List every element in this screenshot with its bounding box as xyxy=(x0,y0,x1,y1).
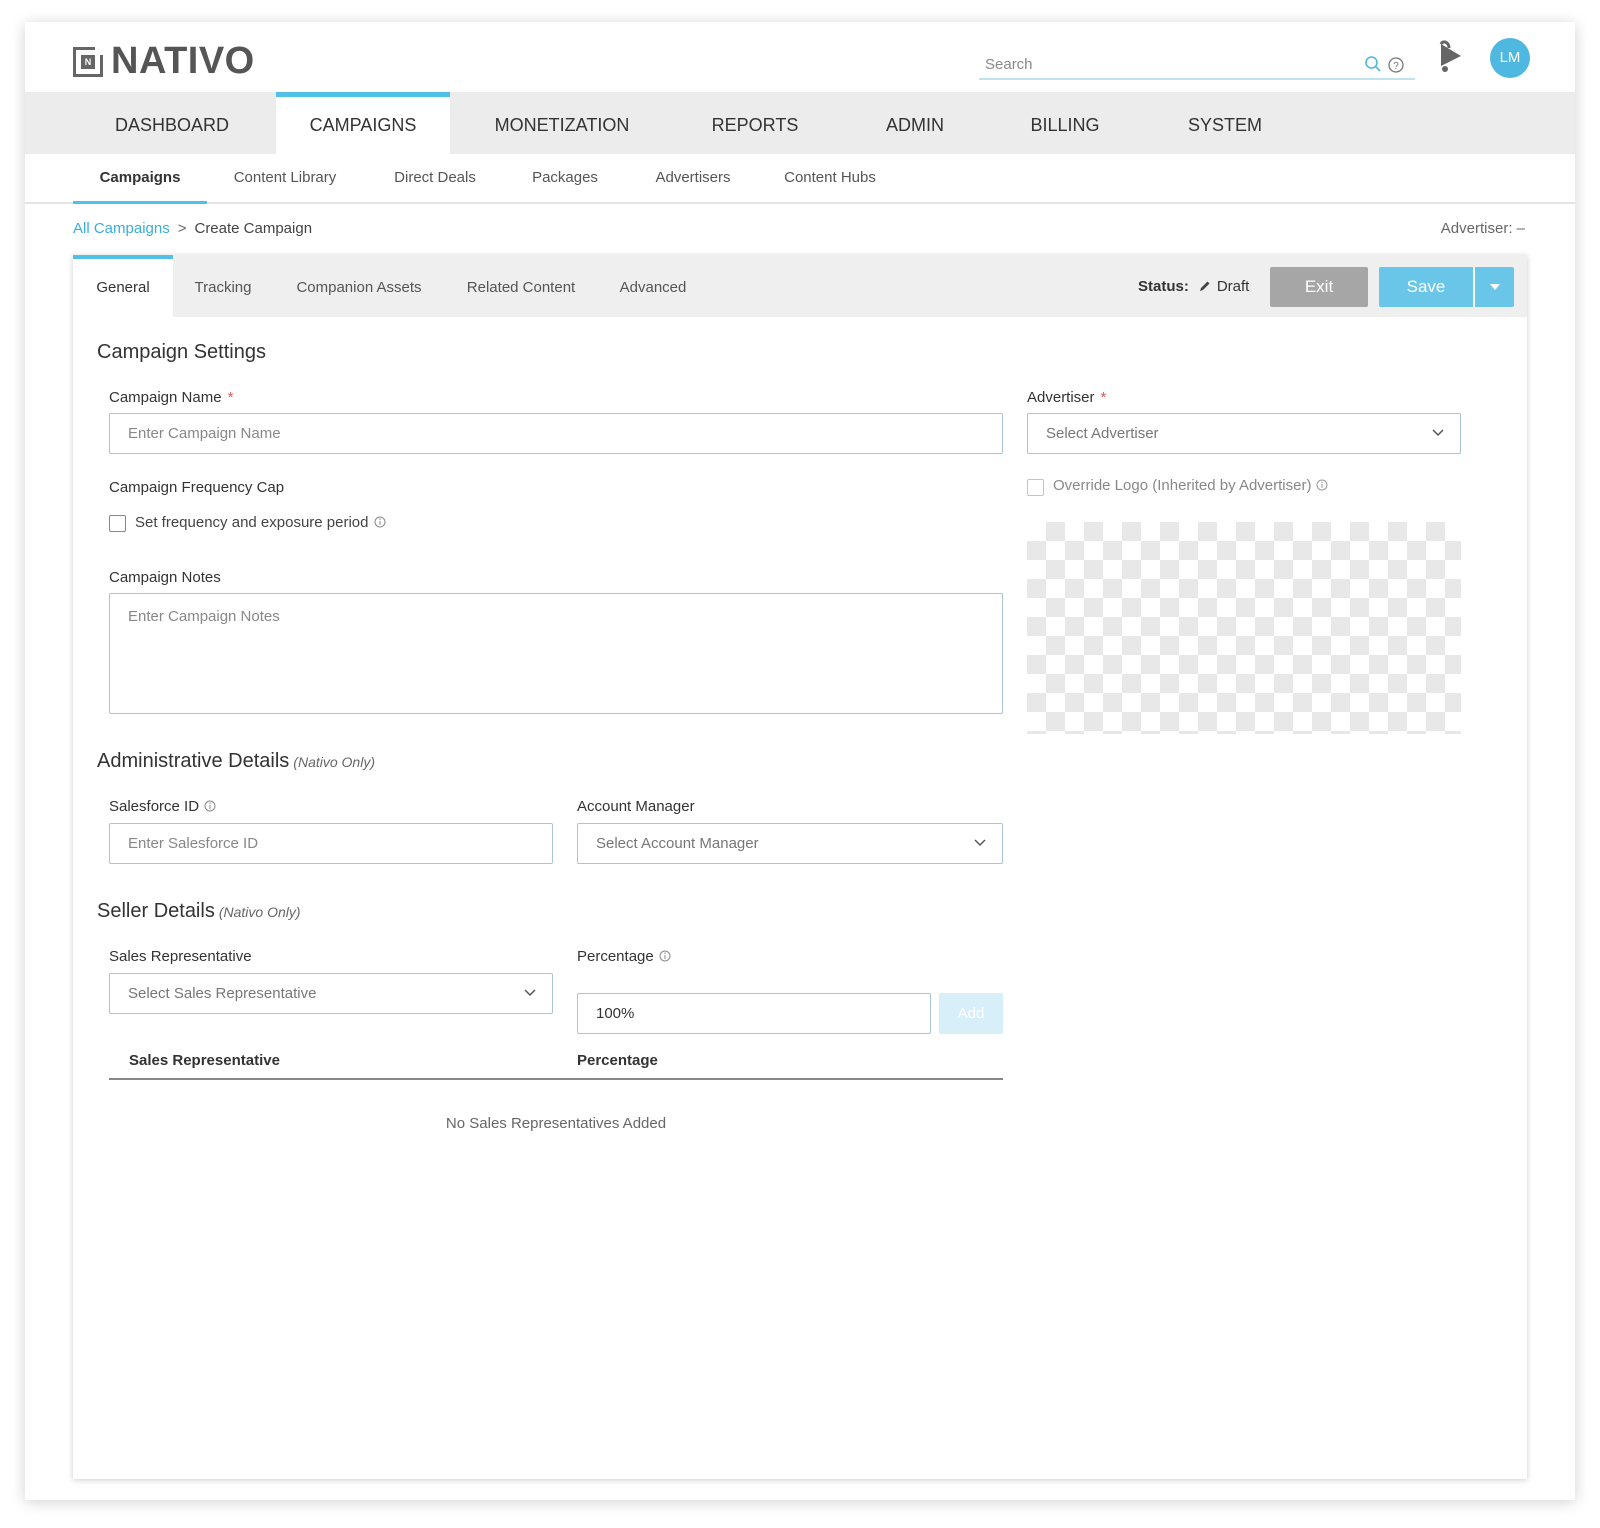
breadcrumb-separator: > xyxy=(177,220,187,237)
status-value: Draft xyxy=(1216,278,1250,295)
status-label: Status: xyxy=(1138,278,1189,295)
nav-billing[interactable]: BILLING xyxy=(1010,92,1120,154)
salesforce-id-input[interactable] xyxy=(109,823,553,864)
sub-nav: Campaigns Content Library Direct Deals P… xyxy=(25,154,1575,204)
seller-details-title-text: Seller Details xyxy=(97,900,215,922)
frequency-cap-checkbox-label: Set frequency and exposure period xyxy=(135,514,386,531)
salesforce-id-label: Salesforce ID xyxy=(109,798,216,815)
search-input[interactable] xyxy=(985,52,1345,76)
seller-details-title: Seller Details (Nativo Only) xyxy=(97,900,301,923)
percentage-label: Percentage xyxy=(577,948,671,965)
chevron-down-icon xyxy=(524,989,536,997)
svg-text:?: ? xyxy=(1393,61,1399,72)
nav-reports[interactable]: REPORTS xyxy=(695,92,815,154)
sales-rep-table-header: Sales Representative Percentage xyxy=(109,1046,1003,1080)
frequency-cap-checkbox[interactable] xyxy=(109,515,126,532)
subnav-campaigns[interactable]: Campaigns xyxy=(73,154,207,204)
nav-dashboard[interactable]: DASHBOARD xyxy=(73,92,271,154)
logo-mark-icon: N xyxy=(73,46,103,77)
info-icon[interactable] xyxy=(1316,479,1328,491)
nativo-logo[interactable]: N NATIVO xyxy=(73,40,255,83)
help-icon[interactable]: ? xyxy=(1387,56,1405,74)
info-icon[interactable] xyxy=(374,516,386,528)
tab-tracking[interactable]: Tracking xyxy=(183,255,263,317)
status-indicator: Status: Draft xyxy=(1138,255,1249,317)
sales-rep-select-value: Select Sales Representative xyxy=(128,985,317,1002)
info-icon[interactable] xyxy=(659,950,671,962)
subnav-advertisers[interactable]: Advertisers xyxy=(643,154,743,204)
override-logo-label: Override Logo (Inherited by Advertiser) xyxy=(1053,477,1328,494)
chevron-down-icon xyxy=(1432,429,1444,437)
nativo-only-note: (Nativo Only) xyxy=(293,754,375,770)
subnav-content-hubs[interactable]: Content Hubs xyxy=(775,154,885,204)
advertiser-select[interactable]: Select Advertiser xyxy=(1027,413,1461,454)
account-manager-select[interactable]: Select Account Manager xyxy=(577,823,1003,864)
nav-campaigns[interactable]: CAMPAIGNS xyxy=(276,92,450,154)
account-manager-select-value: Select Account Manager xyxy=(596,835,759,852)
save-button[interactable]: Save xyxy=(1379,267,1473,307)
frequency-cap-label: Campaign Frequency Cap xyxy=(109,479,285,496)
campaign-form-card: General Tracking Companion Assets Relate… xyxy=(73,255,1527,1479)
save-options-button[interactable] xyxy=(1474,267,1514,307)
advertiser-label-text: Advertiser xyxy=(1027,389,1095,406)
search-box: ? xyxy=(979,50,1415,80)
nativo-only-note: (Nativo Only) xyxy=(218,904,301,920)
required-mark: * xyxy=(1100,389,1107,406)
frequency-cap-text: Set frequency and exposure period xyxy=(135,514,369,531)
app-window: N NATIVO ? LM DASHBOARD CAMPAIGNS xyxy=(25,22,1575,1500)
account-manager-label: Account Manager xyxy=(577,798,695,815)
campaign-name-label: Campaign Name * xyxy=(109,389,233,406)
bell-icon[interactable] xyxy=(1435,40,1465,74)
tab-related-content[interactable]: Related Content xyxy=(463,255,579,317)
exit-button[interactable]: Exit xyxy=(1270,267,1368,307)
sales-rep-label: Sales Representative xyxy=(109,948,252,965)
override-logo-checkbox[interactable] xyxy=(1027,479,1044,496)
tab-companion-assets[interactable]: Companion Assets xyxy=(291,255,427,317)
logo-letter: N xyxy=(81,54,95,69)
campaign-notes-label: Campaign Notes xyxy=(109,569,221,586)
subnav-content-library[interactable]: Content Library xyxy=(225,154,345,204)
main-nav: DASHBOARD CAMPAIGNS MONETIZATION REPORTS… xyxy=(25,92,1575,154)
breadcrumb: All Campaigns > Create Campaign xyxy=(73,220,312,237)
form-tabbar: General Tracking Companion Assets Relate… xyxy=(73,255,1527,317)
breadcrumb-all-campaigns[interactable]: All Campaigns xyxy=(73,220,170,237)
administrative-details-title-text: Administrative Details xyxy=(97,750,290,772)
search-icon[interactable] xyxy=(1364,55,1382,73)
subnav-direct-deals[interactable]: Direct Deals xyxy=(385,154,485,204)
percentage-input[interactable] xyxy=(577,993,931,1034)
add-sales-rep-button[interactable]: Add xyxy=(939,993,1003,1034)
override-logo-text: Override Logo (Inherited by Advertiser) xyxy=(1053,477,1312,494)
required-mark: * xyxy=(227,389,234,406)
info-icon[interactable] xyxy=(204,800,216,812)
logo-preview-placeholder xyxy=(1027,522,1461,734)
advertiser-select-value: Select Advertiser xyxy=(1046,425,1159,442)
brand-name: NATIVO xyxy=(111,40,255,82)
tab-general[interactable]: General xyxy=(73,255,173,317)
campaign-settings-title: Campaign Settings xyxy=(97,341,266,363)
tab-advanced[interactable]: Advanced xyxy=(613,255,693,317)
empty-table-message: No Sales Representatives Added xyxy=(445,1115,667,1132)
subnav-packages[interactable]: Packages xyxy=(520,154,610,204)
nav-system[interactable]: SYSTEM xyxy=(1165,92,1285,154)
campaign-name-input[interactable] xyxy=(109,413,1003,454)
campaign-name-label-text: Campaign Name xyxy=(109,389,222,406)
administrative-details-title: Administrative Details (Nativo Only) xyxy=(97,750,375,773)
sales-rep-select[interactable]: Select Sales Representative xyxy=(109,973,553,1014)
breadcrumb-current: Create Campaign xyxy=(194,220,313,237)
pencil-icon[interactable] xyxy=(1199,280,1211,292)
column-header-sales-rep: Sales Representative xyxy=(129,1052,280,1069)
caret-down-icon xyxy=(1490,284,1500,290)
advertiser-label: Advertiser * xyxy=(1027,389,1106,406)
column-header-percentage: Percentage xyxy=(577,1052,658,1069)
percentage-label-text: Percentage xyxy=(577,948,654,965)
campaign-notes-textarea[interactable] xyxy=(109,593,1003,714)
user-avatar[interactable]: LM xyxy=(1490,38,1530,78)
nav-admin[interactable]: ADMIN xyxy=(865,92,965,154)
chevron-down-icon xyxy=(974,839,986,847)
nav-monetization[interactable]: MONETIZATION xyxy=(475,92,649,154)
advertiser-meta: Advertiser: – xyxy=(1440,220,1525,237)
salesforce-id-label-text: Salesforce ID xyxy=(109,798,200,815)
top-header: N NATIVO ? LM xyxy=(25,22,1575,92)
